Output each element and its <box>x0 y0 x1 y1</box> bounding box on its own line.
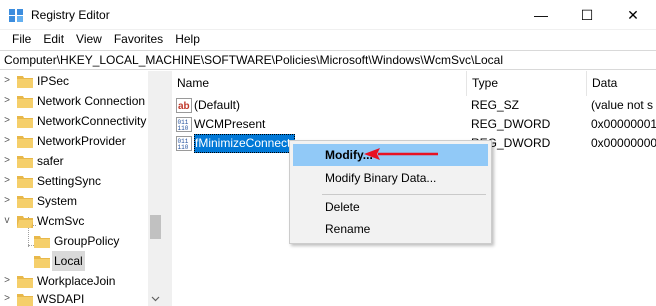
close-button[interactable]: ✕ <box>610 0 656 30</box>
tree-item-label: Network Connection <box>37 94 146 108</box>
menu-file[interactable]: File <box>6 30 37 49</box>
minimize-icon: — <box>534 7 548 23</box>
window-title: Registry Editor <box>31 8 110 22</box>
minimize-button[interactable]: — <box>518 0 564 30</box>
column-header-type[interactable]: Type <box>467 71 587 96</box>
scroll-down-arrow-icon[interactable] <box>148 291 163 306</box>
tree-vertical-scrollbar[interactable] <box>148 71 163 306</box>
dword-value-icon: 011110 <box>176 117 192 132</box>
context-menu-modify-binary[interactable]: Modify Binary Data... <box>293 167 488 189</box>
folder-icon <box>34 236 50 248</box>
expand-chevron-icon[interactable]: > <box>1 91 13 111</box>
menu-help[interactable]: Help <box>169 30 206 49</box>
value-type: REG_SZ <box>471 98 520 112</box>
close-icon: ✕ <box>627 6 639 23</box>
value-row-wcmpresent[interactable]: 011 110 WCMPresent REG_DWORD 0x00000001 <box>172 115 656 134</box>
tree-item-network-provider[interactable]: > NetworkProvider <box>0 131 148 151</box>
tree-item-label: Local <box>52 251 85 271</box>
expand-chevron-icon[interactable]: > <box>1 71 13 91</box>
value-name: (Default) <box>194 98 241 112</box>
address-bar[interactable]: Computer\HKEY_LOCAL_MACHINE\SOFTWARE\Pol… <box>0 50 656 70</box>
folder-icon <box>17 136 33 148</box>
expand-chevron-icon[interactable]: > <box>1 171 13 191</box>
value-name: WCMPresent <box>194 117 266 131</box>
menu-view[interactable]: View <box>70 30 108 49</box>
tree-item-network-connection[interactable]: > Network Connection <box>0 91 148 111</box>
folder-icon <box>17 76 33 88</box>
tree-item-label: IPSec <box>37 74 70 88</box>
value-type: REG_DWORD <box>471 117 551 131</box>
tree-item-label: WcmSvc <box>37 214 85 228</box>
value-data: 0x00000000 <box>591 136 656 150</box>
registry-editor-icon <box>9 9 23 22</box>
folder-icon <box>17 96 33 108</box>
folder-icon <box>17 176 33 188</box>
expand-chevron-icon[interactable]: > <box>1 191 13 211</box>
tree-item-wcmsvc[interactable]: v WcmSvc <box>0 211 148 231</box>
tree-item-group-policy[interactable]: GroupPolicy <box>0 231 148 251</box>
tree-item-ipsec[interactable]: > IPSec <box>0 71 148 91</box>
scrollbar-thumb[interactable] <box>150 215 161 239</box>
column-header-name[interactable]: Name <box>172 71 467 96</box>
tree-item-wsdapi[interactable]: > WSDAPI <box>0 289 148 306</box>
folder-icon <box>17 116 33 128</box>
tree-item-local[interactable]: Local <box>0 251 148 271</box>
svg-text:ab: ab <box>178 101 190 112</box>
column-header-data[interactable]: Data <box>587 71 656 96</box>
tree-item-label: safer <box>37 154 64 168</box>
folder-icon <box>17 276 33 288</box>
value-data: (value not s <box>591 98 654 112</box>
expand-chevron-icon[interactable]: > <box>1 289 13 306</box>
context-menu-delete[interactable]: Delete <box>293 196 488 218</box>
tree-item-safer[interactable]: > safer <box>0 151 148 171</box>
menu-bar: File Edit View Favorites Help <box>0 30 656 49</box>
expand-chevron-icon[interactable]: > <box>1 111 13 131</box>
folder-icon <box>17 196 33 208</box>
title-bar: Registry Editor — ☐ ✕ <box>0 0 656 30</box>
expand-chevron-icon[interactable]: > <box>1 151 13 171</box>
menu-favorites[interactable]: Favorites <box>108 30 169 49</box>
folder-icon <box>34 256 50 268</box>
maximize-icon: ☐ <box>580 6 594 23</box>
expand-chevron-icon[interactable]: > <box>1 131 13 151</box>
menu-separator <box>322 194 486 195</box>
svg-text:110: 110 <box>178 125 189 132</box>
open-folder-icon <box>17 216 33 228</box>
tree-item-label: NetworkConnectivity <box>37 114 147 128</box>
tree-item-label: WSDAPI <box>37 292 85 306</box>
svg-text:110: 110 <box>178 144 189 151</box>
folder-icon <box>17 294 33 306</box>
tree-item-label: SettingSync <box>37 174 102 188</box>
tree-item-setting-sync[interactable]: > SettingSync <box>0 171 148 191</box>
value-row-default[interactable]: ab (Default) REG_SZ (value not s <box>172 96 656 115</box>
tree-item-label: NetworkProvider <box>37 134 126 148</box>
tree-item-label: GroupPolicy <box>54 234 120 248</box>
pane-splitter[interactable] <box>163 71 172 306</box>
string-value-icon: ab <box>176 98 192 113</box>
tree-item-label: WorkplaceJoin <box>37 274 116 288</box>
dword-value-icon: 011110 <box>176 136 192 151</box>
collapse-chevron-icon[interactable]: v <box>1 211 13 231</box>
value-name-selected: fMinimizeConnect <box>194 134 296 153</box>
maximize-button[interactable]: ☐ <box>564 0 610 30</box>
tree-item-system[interactable]: > System <box>0 191 148 211</box>
tree-item-label: System <box>37 194 78 208</box>
annotation-arrow-icon <box>364 148 438 160</box>
value-data: 0x00000001 <box>591 117 656 131</box>
expand-chevron-icon[interactable]: > <box>1 271 13 291</box>
key-tree-pane[interactable]: > IPSec > Network Connection > NetworkCo… <box>0 71 163 306</box>
context-menu-rename[interactable]: Rename <box>293 218 488 240</box>
tree-item-network-connectivity[interactable]: > NetworkConnectivity <box>0 111 148 131</box>
folder-icon <box>17 156 33 168</box>
menu-edit[interactable]: Edit <box>37 30 70 49</box>
tree-item-workplace-join[interactable]: > WorkplaceJoin <box>0 271 148 291</box>
